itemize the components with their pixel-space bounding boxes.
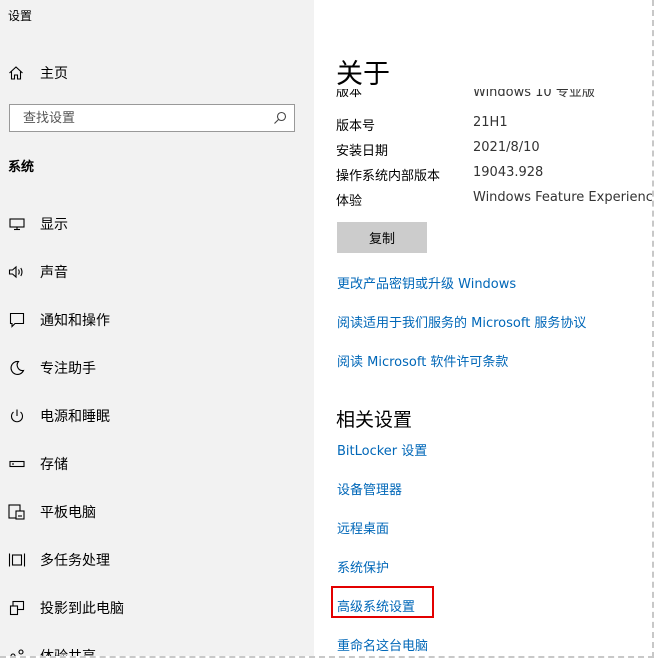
power-icon (8, 408, 26, 424)
sidebar-item-shared-experiences[interactable]: 体验共享 (0, 639, 314, 658)
highlight-box (331, 586, 434, 618)
speaker-icon (8, 265, 26, 279)
link-services-agreement[interactable]: 阅读适用于我们服务的 Microsoft 服务协议 (337, 312, 586, 331)
project-icon (8, 600, 26, 616)
sidebar-item-label: 显示 (40, 217, 68, 233)
sidebar-item-label: 声音 (40, 265, 68, 281)
link-device-manager[interactable]: 设备管理器 (337, 479, 402, 498)
link-license-terms[interactable]: 阅读 Microsoft 软件许可条款 (337, 351, 508, 370)
multitask-icon (8, 552, 26, 568)
sidebar-item-multitasking[interactable]: 多任务处理 (0, 543, 314, 577)
copy-button[interactable]: 复制 (337, 222, 427, 253)
search-input[interactable] (21, 109, 266, 127)
monitor-icon (8, 217, 26, 231)
moon-icon (8, 360, 26, 376)
info-key: 体验 (336, 194, 363, 209)
link-bitlocker[interactable]: BitLocker 设置 (337, 440, 427, 459)
search-icon[interactable] (266, 111, 294, 125)
sidebar-home[interactable]: 主页 (8, 60, 68, 86)
info-value: 19043.928 (473, 165, 544, 180)
sidebar-item-storage[interactable]: 存储 (0, 447, 314, 481)
sidebar-item-display[interactable]: 显示 (0, 207, 314, 241)
home-icon (8, 65, 26, 81)
sidebar-item-label: 投影到此电脑 (40, 601, 124, 617)
share-icon (8, 648, 26, 656)
sidebar-item-label: 专注助手 (40, 361, 96, 377)
sidebar-item-label: 平板电脑 (40, 505, 96, 521)
sidebar-item-label: 通知和操作 (40, 313, 110, 329)
info-value: 2021/8/10 (473, 140, 540, 155)
link-remote-desktop[interactable]: 远程桌面 (337, 518, 389, 537)
related-settings-title: 相关设置 (336, 409, 413, 431)
info-key: 操作系统内部版本 (336, 169, 441, 184)
main-content: 关于 版本 Windows 10 专业版 版本号 21H1 安装日期 2021/… (314, 0, 652, 656)
tablet-icon (8, 504, 26, 520)
sidebar-item-notifications[interactable]: 通知和操作 (0, 303, 314, 337)
sidebar-item-label: 存储 (40, 457, 68, 473)
info-value: 21H1 (473, 115, 508, 130)
search-box[interactable] (9, 104, 295, 132)
sidebar-item-focus-assist[interactable]: 专注助手 (0, 351, 314, 385)
sidebar: 设置 主页 系统 显示 (0, 0, 314, 656)
page-title: 关于 (336, 59, 390, 90)
info-value: Windows 10 专业版 (473, 89, 595, 100)
notification-icon (8, 312, 26, 328)
link-system-protection[interactable]: 系统保护 (337, 557, 389, 576)
sidebar-item-sound[interactable]: 声音 (0, 255, 314, 289)
settings-window: 设置 主页 系统 显示 (0, 0, 654, 658)
sidebar-item-tablet[interactable]: 平板电脑 (0, 495, 314, 529)
section-title: 系统 (8, 160, 35, 175)
link-change-product-key[interactable]: 更改产品密钥或升级 Windows (337, 273, 516, 292)
info-key: 版本 (336, 89, 363, 100)
link-rename-pc[interactable]: 重命名这台电脑 (337, 635, 428, 654)
info-key: 安装日期 (336, 144, 389, 159)
sidebar-item-label: 多任务处理 (40, 553, 110, 569)
sidebar-item-power[interactable]: 电源和睡眠 (0, 399, 314, 433)
home-label: 主页 (40, 66, 68, 82)
info-key: 版本号 (336, 119, 376, 134)
sidebar-item-project[interactable]: 投影到此电脑 (0, 591, 314, 625)
info-row-edition: 版本 Windows 10 专业版 (336, 89, 652, 101)
info-value: Windows Feature Experience Pack (473, 190, 654, 205)
sidebar-item-label: 体验共享 (40, 649, 96, 658)
sidebar-item-label: 电源和睡眠 (40, 409, 110, 425)
storage-icon (8, 459, 26, 469)
app-title: 设置 (8, 9, 33, 23)
